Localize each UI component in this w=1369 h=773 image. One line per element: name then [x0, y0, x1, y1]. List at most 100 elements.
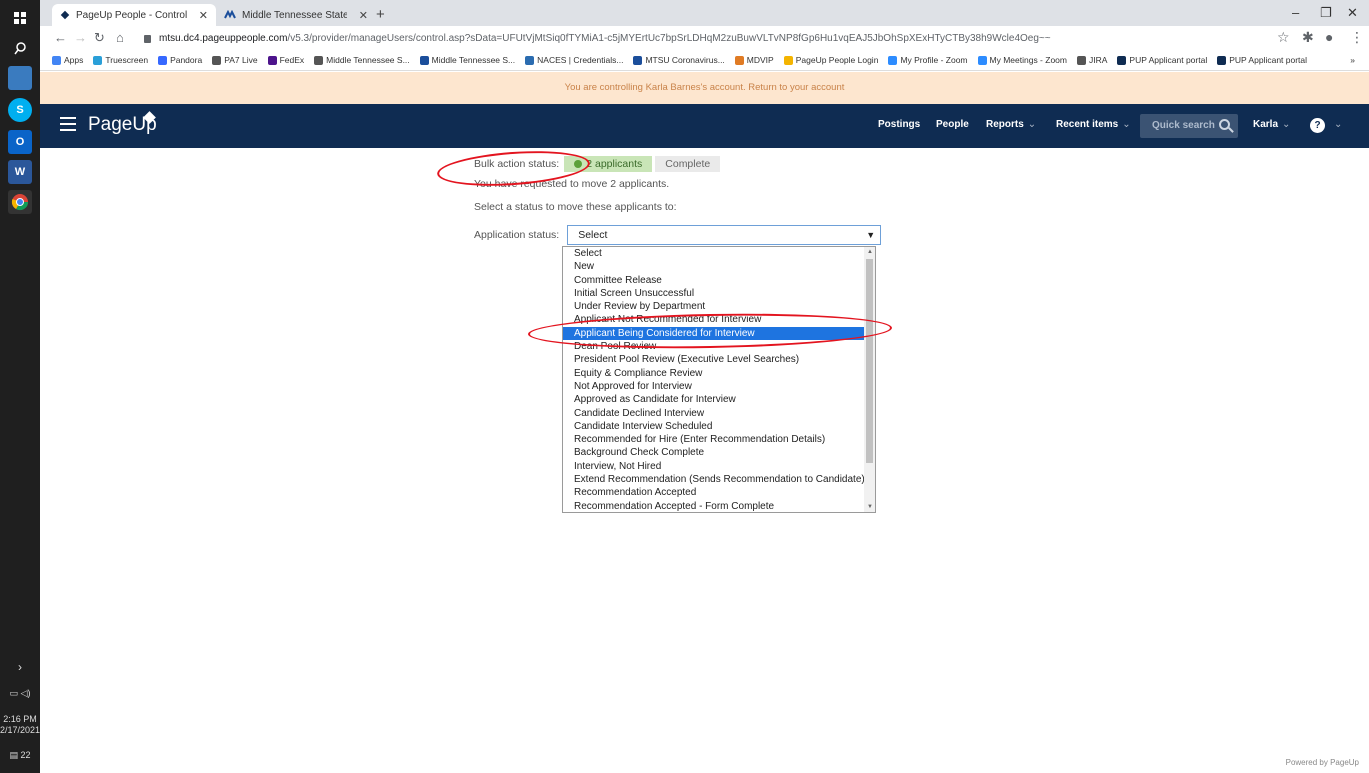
dropdown-scrollbar[interactable]: ▲ ▼ — [864, 247, 875, 512]
application-status-select[interactable]: Select ▼ — [567, 225, 882, 245]
clock-date[interactable]: 2/17/2021 — [0, 725, 40, 736]
dropdown-option[interactable]: Committee Release — [563, 274, 875, 287]
dropdown-option[interactable]: Not Approved for Interview — [563, 380, 875, 393]
bookmark-item[interactable]: MTSU Coronavirus... — [633, 55, 725, 65]
dropdown-option[interactable]: Under Review by Department — [563, 300, 875, 313]
dropdown-option[interactable]: Interview, Not Hired — [563, 460, 875, 473]
tab-title: Middle Tennessee State Universit — [242, 9, 347, 21]
close-window-icon[interactable]: ✕ — [1347, 5, 1358, 21]
address-bar[interactable]: mtsu.dc4.pageuppeople.com/v5.3/provider/… — [144, 30, 1224, 47]
chrome-menu-icon[interactable]: ⋮ — [1350, 29, 1364, 46]
dropdown-option[interactable]: Candidate Interview Scheduled — [563, 420, 875, 433]
dropdown-option[interactable]: President Pool Review (Executive Level S… — [563, 353, 875, 366]
scrollbar-thumb[interactable] — [866, 259, 873, 463]
show-more-icon[interactable]: › — [0, 661, 40, 673]
bookmark-item[interactable]: JIRA — [1076, 55, 1107, 65]
task-view-icon[interactable] — [8, 66, 32, 90]
tab-mtsu[interactable]: Middle Tennessee State Universit ✕ — [216, 4, 376, 26]
restore-icon[interactable]: ❐ — [1320, 5, 1332, 21]
skype-icon[interactable]: S — [8, 98, 32, 122]
dropdown-option[interactable]: Recommendation Accepted — [563, 486, 875, 499]
bookmark-item[interactable]: Middle Tennessee S... — [314, 55, 410, 65]
word-icon[interactable]: W — [8, 160, 32, 184]
help-chevron-down-icon[interactable]: ⌄ — [1330, 119, 1342, 130]
chevron-down-icon: ▼ — [866, 230, 876, 240]
status-dropdown-list[interactable]: Select New Committee Release Initial Screen… — [562, 246, 876, 513]
notifications-icon[interactable]: ▤ 22 — [0, 750, 40, 761]
quick-search-input[interactable]: Quick search — [1140, 114, 1238, 138]
bookmark-label: Pandora — [170, 55, 203, 65]
outlook-icon[interactable]: O — [8, 130, 32, 154]
back-icon[interactable]: ← — [54, 30, 67, 45]
scroll-up-icon[interactable]: ▲ — [867, 249, 873, 255]
dropdown-option[interactable]: Equity & Compliance Review — [563, 367, 875, 380]
reload-icon[interactable]: ↻ — [94, 30, 105, 46]
nav-postings[interactable]: Postings — [878, 119, 920, 130]
bookmark-favicon-icon — [1076, 55, 1086, 65]
return-to-account-link[interactable]: Return to your account — [748, 82, 844, 93]
dropdown-option[interactable]: Candidate Declined Interview — [563, 407, 875, 420]
extensions-icon[interactable]: ✱ — [1302, 29, 1314, 46]
dropdown-option[interactable]: Recommended for Hire (Enter Recommendati… — [563, 433, 875, 446]
bookmark-item[interactable]: FedEx — [267, 55, 304, 65]
nav-reports[interactable]: Reports ⌄ — [986, 119, 1036, 130]
chevron-down-icon: ⌄ — [1122, 119, 1131, 130]
bookmarks-bar: Apps Truescreen Pandora PA7 Live FedEx Middle… — [40, 50, 1369, 71]
bookmark-item[interactable]: Middle Tennessee S... — [419, 55, 515, 65]
bookmark-item[interactable]: Pandora — [158, 55, 202, 65]
bookmark-favicon-icon — [212, 55, 222, 65]
dropdown-option[interactable]: New — [563, 260, 875, 273]
forward-icon[interactable]: → — [74, 30, 87, 45]
bookmark-favicon-icon — [888, 55, 898, 65]
dropdown-option[interactable]: Background Check Complete — [563, 446, 875, 459]
bookmark-item[interactable]: PUP Applicant portal — [1117, 55, 1207, 65]
powered-by-footer: Powered by PageUp — [1285, 758, 1359, 767]
bookmark-item[interactable]: Apps — [52, 55, 83, 65]
home-icon[interactable]: ⌂ — [116, 30, 124, 45]
new-tab-button[interactable]: + — [376, 6, 385, 23]
browser-tabstrip: PageUp People - Control ✕ Middle Tenness… — [40, 0, 1369, 26]
user-menu[interactable]: Karla ⌄ — [1253, 119, 1290, 130]
bookmark-favicon-icon — [419, 55, 429, 65]
bookmark-item[interactable]: PA7 Live — [212, 55, 258, 65]
dropdown-option[interactable]: Approved as Candidate for Interview — [563, 393, 875, 406]
dropdown-option[interactable]: Recommendation Accepted - Form Complete — [563, 500, 875, 512]
bookmark-favicon-icon — [52, 55, 61, 65]
bookmark-label: PUP Applicant portal — [1129, 55, 1208, 65]
help-icon[interactable]: ? — [1310, 118, 1325, 133]
bookmark-item[interactable]: NACES | Credentials... — [525, 55, 623, 65]
impersonation-banner: You are controlling Karla Barnes's accou… — [40, 72, 1369, 104]
clock-time[interactable]: 2:16 PM — [0, 714, 40, 725]
nav-people[interactable]: People — [936, 119, 969, 130]
bookmark-item[interactable]: MDVIP — [734, 55, 774, 65]
bookmark-label: MTSU Coronavirus... — [645, 55, 725, 65]
bookmark-item[interactable]: Truescreen — [93, 55, 148, 65]
dropdown-option[interactable]: Select — [563, 247, 875, 260]
bookmark-item[interactable]: My Meetings - Zoom — [977, 55, 1067, 65]
minimize-icon[interactable]: – — [1292, 5, 1299, 20]
bookmarks-overflow-icon[interactable]: » — [1350, 55, 1355, 65]
network-volume-icon[interactable]: ▭ ◁) — [0, 688, 40, 699]
bookmark-star-icon[interactable]: ☆ — [1277, 29, 1290, 46]
dropdown-option[interactable]: Initial Screen Unsuccessful — [563, 287, 875, 300]
hamburger-menu-icon[interactable] — [60, 117, 76, 131]
bookmark-item[interactable]: My Profile - Zoom — [888, 55, 968, 65]
bookmark-label: Apps — [64, 55, 84, 65]
windows-start-icon[interactable] — [8, 6, 32, 30]
chevron-down-icon: ⌄ — [1282, 119, 1291, 130]
search-icon[interactable] — [1219, 119, 1230, 130]
search-icon[interactable] — [8, 36, 32, 60]
bookmark-item[interactable]: PUP Applicant portal — [1217, 55, 1307, 65]
close-tab-icon[interactable]: ✕ — [359, 9, 368, 22]
close-tab-icon[interactable]: ✕ — [199, 9, 208, 22]
nav-recent-items[interactable]: Recent items ⌄ — [1056, 119, 1131, 130]
chrome-icon[interactable] — [8, 190, 32, 214]
bookmark-item[interactable]: PageUp People Login — [783, 55, 878, 65]
bookmark-label: PA7 Live — [224, 55, 258, 65]
bookmark-label: My Meetings - Zoom — [989, 55, 1067, 65]
step-complete: Complete — [655, 156, 721, 172]
scroll-down-icon[interactable]: ▼ — [867, 504, 873, 510]
dropdown-option[interactable]: Extend Recommendation (Sends Recommendat… — [563, 473, 875, 486]
profile-icon[interactable]: ● — [1325, 29, 1333, 45]
tab-pageup-control[interactable]: PageUp People - Control ✕ — [52, 4, 216, 26]
